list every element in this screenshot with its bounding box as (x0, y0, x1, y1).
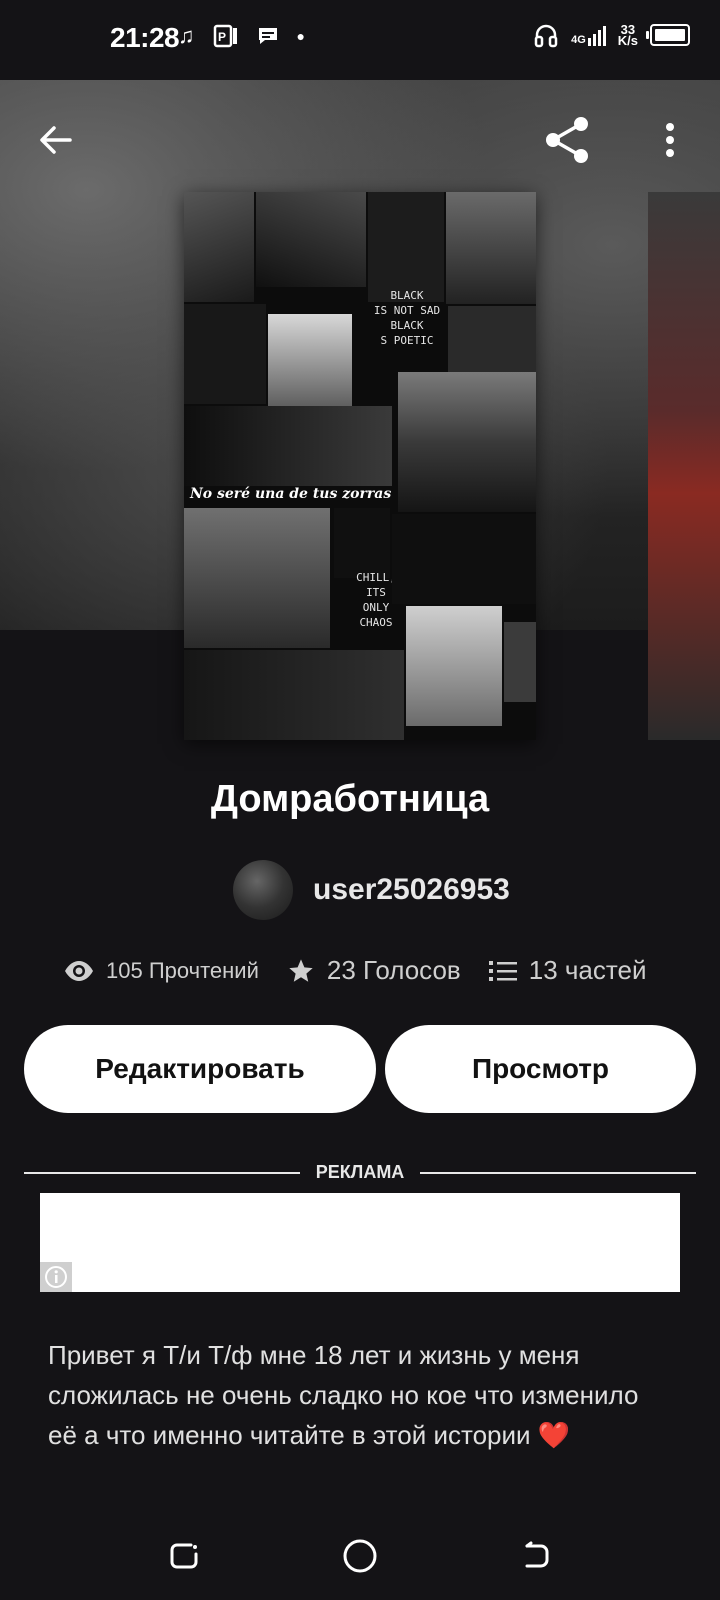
stat-parts: 13 частей (488, 955, 647, 986)
ad-label: РЕКЛАМА (315, 1162, 405, 1182)
network-type: 4G (571, 34, 586, 46)
share-button[interactable] (538, 110, 598, 170)
eye-icon (65, 960, 93, 981)
cover-quote-2: No seré una de tus zorras (190, 486, 392, 502)
network-speed-unit: K/s (617, 33, 638, 48)
recent-apps-icon (170, 1543, 198, 1569)
status-system-icons: 4G 33 K/s (533, 22, 690, 48)
share-icon (546, 117, 588, 163)
votes-count: 23 Голосов (326, 955, 461, 985)
avatar (233, 860, 293, 920)
status-time: 21:28 (110, 22, 180, 53)
headphones-icon (534, 24, 558, 48)
ad-header: РЕКЛАМА (24, 1162, 696, 1183)
more-vertical-icon (666, 123, 674, 157)
ad-info-button[interactable] (40, 1262, 72, 1292)
next-story-cover[interactable] (648, 192, 720, 740)
story-cover[interactable]: BLACK IS NOT SAD BLACK S POETIC No seré … (184, 192, 536, 740)
status-bar: 21:28 ♫ P ● 4G 33 K/s (0, 0, 720, 80)
signal-icon: 4G (571, 24, 606, 46)
back-button[interactable] (26, 110, 86, 170)
list-icon (488, 960, 517, 981)
edit-button[interactable]: Редактировать (24, 1025, 376, 1113)
ad-banner[interactable] (40, 1193, 680, 1292)
star-icon (289, 958, 313, 982)
home-button[interactable] (338, 1534, 382, 1578)
back-nav-button[interactable] (514, 1534, 558, 1578)
status-notification-icons: ♫ P ● (178, 24, 305, 48)
arrow-left-icon (40, 126, 72, 154)
system-nav-bar (0, 1512, 720, 1600)
recent-apps-button[interactable] (162, 1534, 206, 1578)
parts-count: 13 частей (528, 955, 647, 985)
more-options-button[interactable] (640, 110, 700, 170)
dot-icon: ● (296, 28, 305, 44)
cover-quote-1: BLACK IS NOT SAD BLACK S POETIC (373, 289, 441, 347)
stat-reads: 105 Прочтений (64, 958, 259, 984)
story-title: Домработница (210, 778, 490, 820)
message-icon (258, 28, 277, 44)
svg-text:P: P (218, 30, 226, 44)
back-nav-icon (525, 1541, 549, 1568)
divider (24, 1171, 300, 1174)
info-icon (45, 1266, 67, 1288)
network-speed: 33 K/s (617, 23, 638, 48)
author-link[interactable]: user25026953 (233, 860, 510, 920)
story-description: Привет я Т/и Т/ф мне 18 лет и жизнь у ме… (48, 1340, 639, 1450)
battery-icon (646, 24, 690, 46)
music-note-icon: ♫ (178, 23, 195, 48)
author-name: user25026953 (313, 873, 510, 906)
story-stats: 105 Прочтений 23 Голосов 13 частей (64, 955, 674, 986)
reads-count: 105 Прочтений (106, 957, 259, 983)
home-circle-icon (343, 1539, 377, 1573)
view-button[interactable]: Просмотр (385, 1025, 696, 1113)
stat-votes: 23 Голосов (287, 955, 461, 986)
notification-app-icon: P (213, 24, 237, 48)
divider (420, 1171, 696, 1174)
